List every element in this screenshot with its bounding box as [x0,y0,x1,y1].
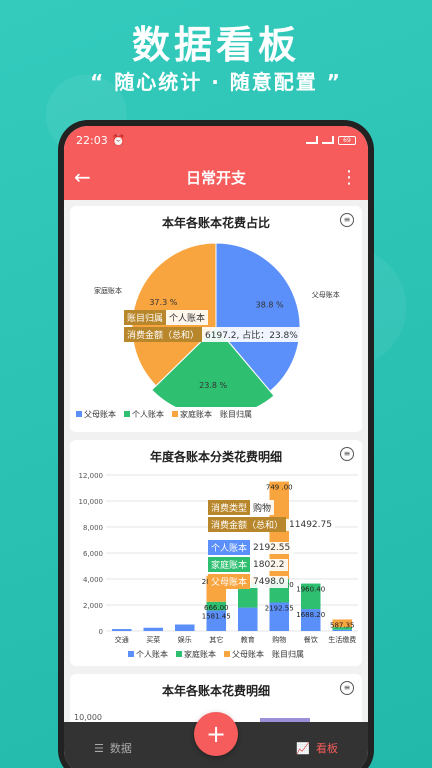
promo-subtitle: “ 随心统计 · 随意配置 ” [90,70,342,94]
y-tick-label: 0 [99,628,103,636]
x-category-label: 买菜 [146,635,160,644]
y-tick-label: 6,000 [83,550,103,558]
pie-tooltip-val-2: 6197.2, 占比：23.8% [202,327,301,342]
bar-legend: 个人账本 家庭账本 父母账本 账目归属 [70,647,362,666]
y-tick-label: 8,000 [83,524,103,532]
nav-data[interactable]: ☰ 数据 [94,740,132,756]
y-tick-label: 10,000 [79,498,104,506]
signal-icon [306,136,318,144]
pie-legend-label: 家庭账本 [180,410,212,419]
bar-legend-item[interactable]: 父母账本 [224,649,264,660]
bar-value-label: 1581.45 [202,612,231,620]
x-category-label: 交通 [115,635,129,644]
back-arrow-icon[interactable]: ← [74,165,98,189]
card-menu-icon[interactable]: ≡ [340,213,354,227]
pie-card-title: 本年各账本花费占比 [161,216,270,230]
bar-segment[interactable] [111,629,132,631]
bar-segment[interactable] [332,629,353,631]
bar-tooltip-row-val: 1802.2 [250,558,288,571]
bar-value-label: 749 .00 [266,484,293,492]
add-button[interactable]: + [194,712,238,756]
bar-segment[interactable] [237,607,258,631]
x-category-label: 餐饮 [304,635,318,644]
alarm-icon: ⏰ [111,133,126,147]
card-menu-icon[interactable]: ≡ [340,447,354,461]
chart-icon: 📈 [296,741,310,755]
bar-tooltip-row-val: 2192.55 [250,541,294,554]
pie-category-label: 父母账本 [312,290,340,299]
card-menu-icon[interactable]: ≡ [340,681,354,695]
bar-tooltip-key-1: 消费类型 [208,500,251,515]
pie-legend-item[interactable]: 个人账本 [124,409,164,420]
page-title: 日常开支 [185,168,246,187]
y-tick-label: 2,000 [83,602,103,610]
bar-legend-item[interactable]: 个人账本 [128,649,168,660]
pie-legend-title: 账目归属 [220,410,252,419]
bar-segment[interactable] [143,627,164,631]
bar-tooltip-val-1: 购物 [250,500,275,515]
pie-chart-card: 本年各账本花费占比 ≡ 38.8 % 父母账本 23.8 % 个人账本 37.3 % 家庭… [70,206,362,432]
pie-legend-item[interactable]: 家庭账本 [172,409,212,420]
bar-tooltip-row-key: 父母账本 [208,574,251,589]
app-bar: ← 日常开支 ⋮ [64,154,368,200]
app-screen: 22:03 ⏰ 69 ← 日常开支 ⋮ 本年各账本花费占比 ≡ 38.8 % 父母… [64,126,368,768]
pie-legend-label: 个人账本 [132,410,164,419]
pie-tooltip-key-2: 消费金额（总和） [124,327,203,342]
x-category-label: 生活缴费 [328,635,356,644]
nav-data-label: 数据 [109,742,132,755]
pie-value-label: 37.3 % [149,298,177,307]
bar-tooltip-val-2: 11492.75 [286,518,335,531]
bar-chart-card: 年度各账本分类花费明细 ≡ 0 2,000 4,000 6,000 8,000 10,00… [70,440,362,666]
x-category-label: 教育 [241,635,255,644]
y-tick-label: 12,000 [79,472,104,480]
bar-value-label: 2192.55 [265,604,294,612]
y-tick-label: 4,000 [83,576,103,584]
pie-legend: 父母账本 个人账本 家庭账本 账目归属 [70,407,362,426]
ledger-card-title: 本年各账本花费明细 [161,684,270,698]
pie-legend-label: 父母账本 [84,410,116,419]
bar-tooltip: 消费类型 购物 消费金额（总和） 11492.75 个人账本 2192.55 家… [208,500,335,591]
bar-legend-item[interactable]: 家庭账本 [176,649,216,660]
bar-tooltip-key-2: 消费金额（总和） [208,517,287,532]
bar-value-label: 1688.20 [296,611,325,619]
bar-value-label: 666.00 [204,604,229,612]
battery-icon: 69 [338,135,356,145]
bar-tooltip-row-key: 家庭账本 [208,557,251,572]
dashboard-content: 本年各账本花费占比 ≡ 38.8 % 父母账本 23.8 % 个人账本 37.3 % 家庭… [64,200,368,764]
x-category-label: 其它 [209,635,223,644]
status-time: 22:03 [76,133,108,147]
status-bar: 22:03 ⏰ 69 [64,126,368,154]
bar-tooltip-row-key: 个人账本 [208,540,251,555]
database-icon: ☰ [94,741,104,755]
pie-value-label: 38.8 % [256,300,284,309]
x-category-label: 购物 [272,635,286,644]
bar-legend-label: 父母账本 [232,650,264,659]
bar-legend-title: 账目归属 [272,650,304,659]
pie-legend-item[interactable]: 父母账本 [76,409,116,420]
x-category-label: 娱乐 [178,635,192,644]
wifi-icon [322,136,334,144]
bar-legend-label: 家庭账本 [184,650,216,659]
pie-tooltip-val-1: 个人账本 [166,310,209,325]
bar-value-label: 587.35 [330,621,355,629]
nav-board[interactable]: 📈 看板 [296,740,338,756]
bar-tooltip-row-val: 7498.0 [250,575,288,588]
pie-category-label: 家庭账本 [94,286,122,295]
pie-value-label: 23.8 % [199,381,227,390]
more-options-icon[interactable]: ⋮ [334,167,358,188]
nav-board-label: 看板 [316,742,338,755]
bar-legend-label: 个人账本 [136,650,168,659]
pie-tooltip-key-1: 账目归属 [124,310,167,325]
phone-frame: 22:03 ⏰ 69 ← 日常开支 ⋮ 本年各账本花费占比 ≡ 38.8 % 父母… [58,120,374,768]
promo-title: 数据看板 [131,23,300,67]
pie-tooltip: 账目归属 个人账本 消费金额（总和） 6197.2, 占比：23.8% [124,310,301,344]
bar-segment[interactable] [174,624,195,632]
bar-card-title: 年度各账本分类花费明细 [149,450,282,464]
